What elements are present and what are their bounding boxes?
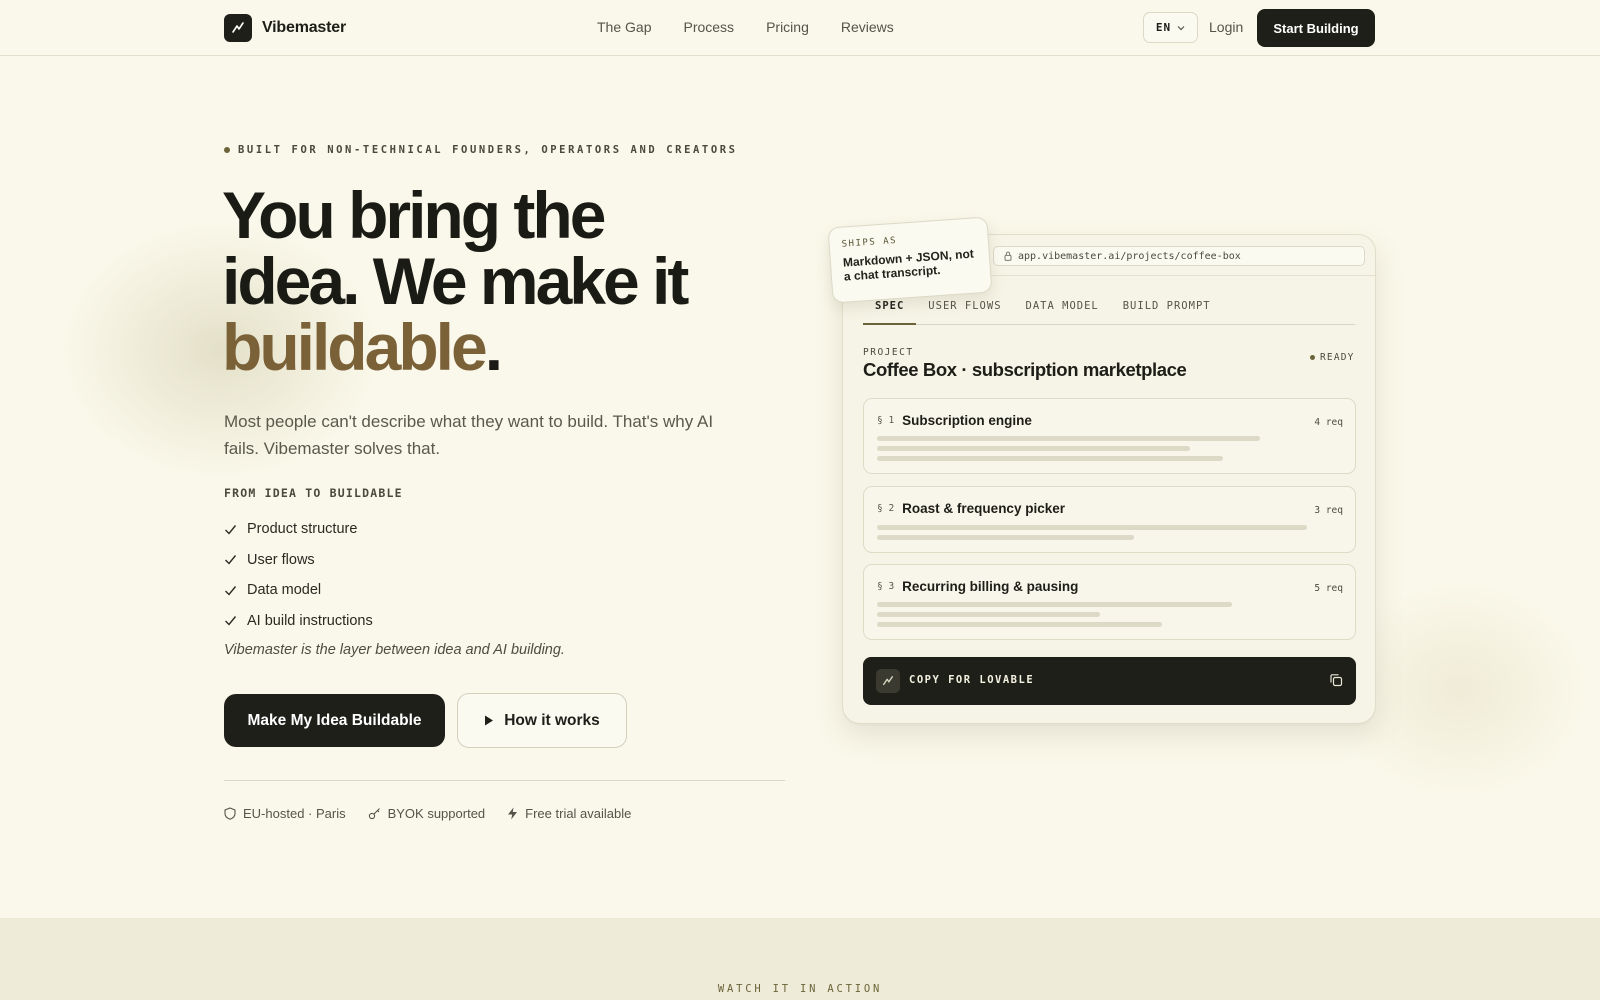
checklist-item: Data model — [224, 575, 373, 606]
placeholder-line — [877, 446, 1190, 451]
spec-section-card[interactable]: § 3 Recurring billing & pausing 5 req — [863, 564, 1356, 640]
hero-tagline: Vibemaster is the layer between idea and… — [224, 642, 565, 658]
hero-headline: You bring the idea. We make it buildable… — [222, 182, 782, 380]
headline-line-2: idea. We make it — [222, 244, 689, 318]
top-nav: Vibemaster The Gap Process Pricing Revie… — [0, 0, 1600, 56]
watch-eyebrow: WATCH IT IN ACTION — [717, 983, 883, 995]
placeholder-line — [877, 436, 1260, 441]
section-header: § 2 Roast & frequency picker — [877, 501, 1065, 516]
check-icon — [225, 524, 237, 535]
section-req-count: 4 req — [1314, 417, 1343, 428]
make-idea-buildable-button[interactable]: Make My Idea Buildable — [224, 694, 445, 747]
badge-label: BYOK supported — [387, 806, 486, 821]
hero-subtitle: Most people can't describe what they wan… — [224, 412, 714, 458]
section-number: § 2 — [877, 503, 895, 514]
copy-label: COPY FOR LOVABLE — [909, 674, 1035, 686]
login-link[interactable]: Login — [1209, 19, 1243, 35]
url-bar: app.vibemaster.ai/projects/coffee-box — [993, 246, 1365, 266]
how-it-works-button[interactable]: How it works — [457, 693, 627, 748]
nav-links: The Gap Process Pricing Reviews — [597, 19, 894, 35]
nav-link-process[interactable]: Process — [683, 19, 734, 35]
brand-logo[interactable]: Vibemaster — [224, 14, 346, 42]
placeholder-line — [877, 622, 1162, 627]
status-badge: READY — [1310, 352, 1355, 363]
placeholder-line — [877, 535, 1134, 540]
divider — [224, 780, 785, 781]
placeholder-line — [877, 602, 1232, 607]
nav-link-reviews[interactable]: Reviews — [841, 19, 894, 35]
spec-tabs: SPEC USER FLOWS DATA MODEL BUILD PROMPT — [863, 297, 1355, 325]
headline-period: . — [484, 310, 503, 384]
check-icon — [225, 555, 237, 565]
placeholder-line — [877, 456, 1223, 461]
checklist-title: FROM IDEA TO BUILDABLE — [224, 486, 403, 500]
lock-icon — [1004, 251, 1012, 261]
check-icon — [225, 585, 237, 596]
eyebrow-text: BUILT FOR NON-TECHNICAL FOUNDERS, OPERAT… — [238, 144, 738, 156]
check-icon — [225, 616, 237, 626]
spec-section-card[interactable]: § 2 Roast & frequency picker 3 req — [863, 486, 1356, 553]
nav-link-pricing[interactable]: Pricing — [766, 19, 809, 35]
badge-free-trial: Free trial available — [507, 806, 631, 821]
badge-label: EU-hosted · Paris — [243, 806, 346, 821]
checklist-label: AI build instructions — [247, 612, 373, 629]
checklist-item: AI build instructions — [224, 606, 373, 637]
copy-for-lovable-button[interactable]: COPY FOR LOVABLE — [863, 657, 1356, 705]
eyebrow-dot — [224, 147, 230, 153]
headline-line-1: You bring the — [222, 178, 606, 252]
copy-icon — [1330, 674, 1343, 687]
trend-line-icon — [876, 669, 900, 693]
ships-as-sticker: SHIPS AS Markdown + JSON, not a chat tra… — [827, 216, 993, 304]
shield-icon — [224, 807, 236, 820]
checklist-label: User flows — [247, 551, 315, 568]
checklist-item: User flows — [224, 545, 373, 576]
badge-label: Free trial available — [525, 806, 632, 821]
brand-name: Vibemaster — [262, 19, 346, 36]
status-text: READY — [1320, 352, 1355, 363]
play-icon — [485, 715, 494, 726]
section-req-count: 3 req — [1314, 505, 1343, 516]
language-selector[interactable]: EN — [1143, 12, 1198, 43]
language-value: EN — [1155, 21, 1172, 34]
spec-section-card[interactable]: § 1 Subscription engine 4 req — [863, 398, 1356, 474]
nav-link-the-gap[interactable]: The Gap — [597, 19, 651, 35]
tab-data-model[interactable]: DATA MODEL — [1014, 297, 1111, 325]
ships-text: Markdown + JSON, not a chat transcript. — [842, 246, 975, 284]
feature-checklist: Product structure User flows Data model … — [224, 514, 373, 636]
placeholder-line — [877, 612, 1100, 617]
trust-badges: EU-hosted · Paris BYOK supported Free tr… — [224, 806, 631, 821]
section-header: § 1 Subscription engine — [877, 413, 1032, 428]
section-title: Subscription engine — [902, 413, 1032, 428]
how-it-works-label: How it works — [504, 711, 600, 729]
section-title: Roast & frequency picker — [902, 501, 1065, 516]
app-preview-window: app.vibemaster.ai/projects/coffee-box SP… — [842, 234, 1376, 724]
badge-byok: BYOK supported — [368, 806, 486, 821]
url-text: app.vibemaster.ai/projects/coffee-box — [1018, 250, 1241, 262]
checklist-label: Product structure — [247, 521, 358, 538]
start-building-button[interactable]: Start Building — [1257, 9, 1375, 47]
section-req-count: 5 req — [1314, 583, 1343, 594]
badge-eu-hosted: EU-hosted · Paris — [224, 806, 346, 821]
section-number: § 1 — [877, 415, 895, 426]
trend-line-icon — [224, 14, 252, 42]
section-header: § 3 Recurring billing & pausing — [877, 579, 1078, 594]
checklist-label: Data model — [247, 582, 322, 599]
key-icon — [368, 808, 380, 820]
chevron-down-icon — [1177, 25, 1185, 30]
hero-eyebrow: BUILT FOR NON-TECHNICAL FOUNDERS, OPERAT… — [224, 144, 738, 156]
section-title: Recurring billing & pausing — [902, 579, 1079, 594]
tab-user-flows[interactable]: USER FLOWS — [916, 297, 1013, 325]
project-title: Coffee Box · subscription marketplace — [863, 359, 1187, 380]
tab-spec[interactable]: SPEC — [863, 297, 917, 325]
status-dot — [1310, 355, 1315, 360]
tab-build-prompt[interactable]: BUILD PROMPT — [1111, 297, 1223, 325]
section-number: § 3 — [877, 581, 895, 592]
bolt-icon — [508, 807, 518, 820]
placeholder-line — [877, 525, 1307, 530]
checklist-item: Product structure — [224, 514, 373, 545]
project-label: PROJECT — [863, 347, 914, 358]
headline-accent: buildable — [222, 310, 488, 384]
